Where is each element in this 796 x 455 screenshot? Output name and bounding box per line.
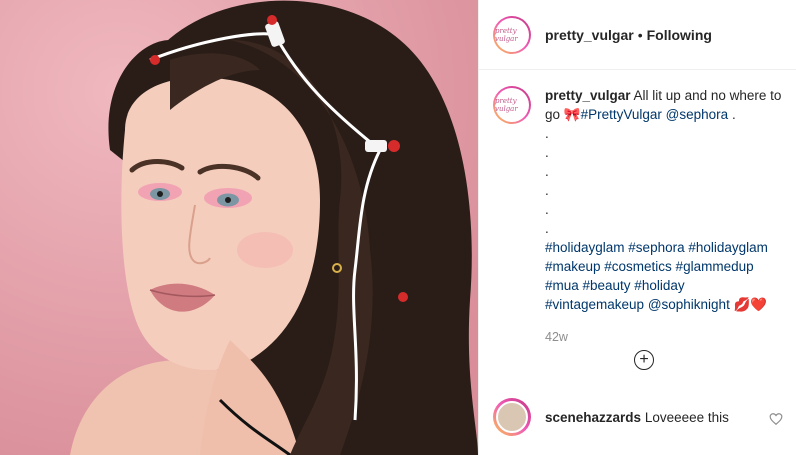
caption-dot: . bbox=[545, 221, 549, 236]
post-photo[interactable] bbox=[0, 0, 478, 455]
post-header: pretty vulgar pretty_vulgar • Following bbox=[479, 0, 796, 70]
comment-item: scenehazzards Loveeeee this bbox=[493, 398, 783, 436]
author-username[interactable]: pretty_vulgar bbox=[545, 27, 634, 43]
bow-emoji: 🎀 bbox=[563, 107, 581, 122]
post-side-panel: pretty vulgar pretty_vulgar • Following pr… bbox=[478, 0, 796, 455]
header-info: pretty_vulgar • Following bbox=[545, 27, 712, 43]
author-avatar[interactable]: pretty vulgar bbox=[493, 15, 531, 54]
caption-dot: . bbox=[545, 164, 549, 179]
plus-circle-icon: + bbox=[639, 351, 649, 368]
caption-block: pretty vulgar pretty_vulgar All lit up a… bbox=[479, 70, 796, 347]
header-separator: • bbox=[637, 26, 643, 43]
hashtag-line[interactable]: #holidayglam #sephora #holidayglam bbox=[545, 238, 782, 257]
post-timestamp[interactable]: 42w bbox=[545, 328, 782, 347]
caption-username[interactable]: pretty_vulgar bbox=[545, 88, 631, 103]
comment-body: Loveeeee this bbox=[644, 409, 729, 425]
following-button[interactable]: Following bbox=[647, 27, 712, 43]
load-more-comments-button[interactable]: + bbox=[634, 350, 654, 370]
hashtag-prettyvulgar[interactable]: #PrettyVulgar bbox=[581, 107, 662, 122]
commenter-avatar[interactable] bbox=[493, 398, 531, 436]
caption-avatar-logo-text: pretty vulgar bbox=[495, 97, 518, 113]
hashtag-vintage-mention-sophiknight[interactable]: #vintagemakeup @sophiknight bbox=[545, 297, 730, 312]
caption-dot: . bbox=[545, 183, 549, 198]
caption-dot: . bbox=[545, 126, 549, 141]
caption-text: pretty_vulgar All lit up and no where to… bbox=[545, 86, 782, 347]
hashtag-line[interactable]: #makeup #cosmetics #glammedup bbox=[545, 257, 782, 276]
portrait-image bbox=[0, 0, 478, 455]
lips-heart-emoji: 💋❤️ bbox=[733, 297, 768, 312]
commenter-username[interactable]: scenehazzards bbox=[545, 410, 641, 425]
caption-avatar[interactable]: pretty vulgar bbox=[493, 86, 531, 124]
caption-dot: . bbox=[545, 145, 549, 160]
post-dialog: pretty vulgar pretty_vulgar • Following pr… bbox=[0, 0, 796, 455]
comment-text: scenehazzards Loveeeee this bbox=[545, 410, 729, 425]
mention-sephora[interactable]: @sephora bbox=[666, 107, 729, 122]
caption-dot: . bbox=[545, 202, 549, 217]
avatar-logo-text: pretty vulgar bbox=[495, 26, 518, 43]
hashtag-line[interactable]: #mua #beauty #holiday bbox=[545, 276, 782, 295]
heart-outline-icon[interactable] bbox=[769, 412, 783, 426]
caption-end-dot: . bbox=[731, 107, 736, 122]
